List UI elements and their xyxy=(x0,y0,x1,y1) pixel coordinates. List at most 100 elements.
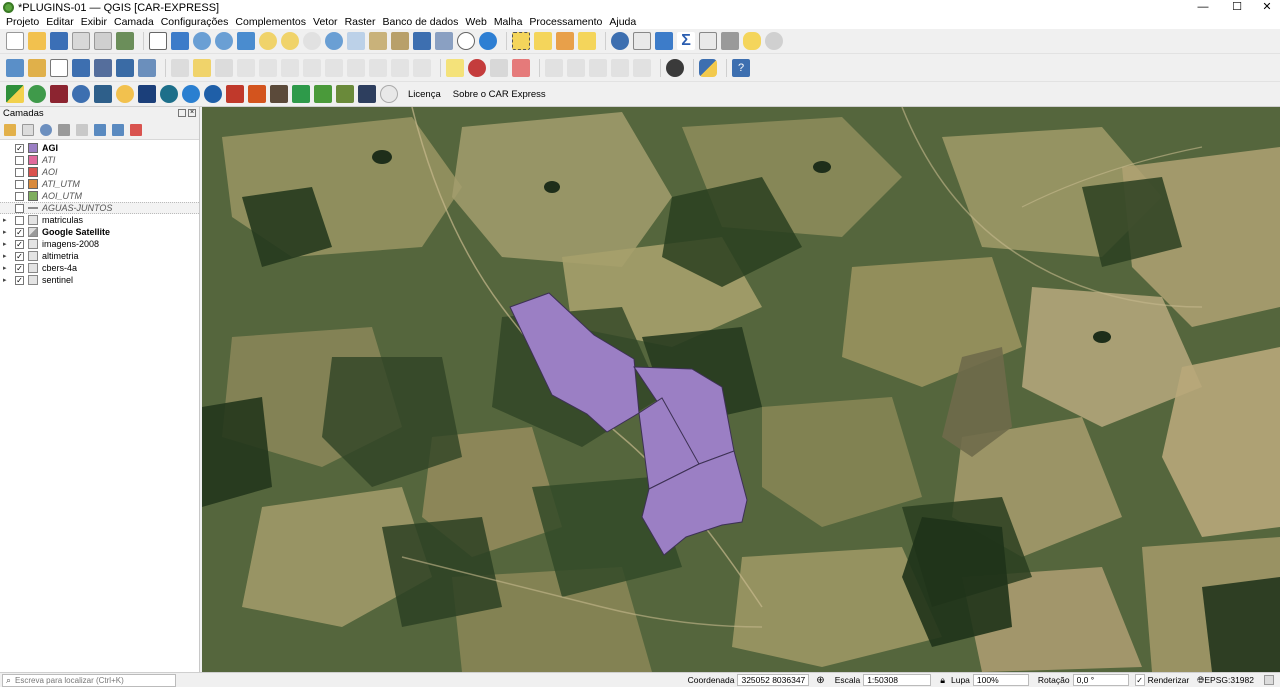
layer-item-aoi[interactable]: AOI xyxy=(0,166,199,178)
plugin-book-icon[interactable] xyxy=(50,85,68,103)
help-icon[interactable]: ? xyxy=(732,58,750,77)
plugin-sun-icon[interactable] xyxy=(116,85,134,103)
plugin-compass-icon[interactable] xyxy=(204,85,222,103)
maximize-button[interactable]: ☐ xyxy=(1222,0,1252,15)
open-layer-styling-icon[interactable] xyxy=(4,123,16,136)
layer-item-aoi-utm[interactable]: AOI_UTM xyxy=(0,190,199,202)
zoom-last-icon[interactable] xyxy=(325,32,343,50)
statistics-sigma-icon[interactable]: Σ xyxy=(677,32,695,50)
plugin-tree-icon[interactable] xyxy=(292,85,310,103)
about-car-express-button[interactable]: Sobre o CAR Express xyxy=(453,89,546,100)
toggle-extents-icon[interactable]: ⊕ xyxy=(816,675,824,686)
vertex-tool-icon[interactable] xyxy=(259,58,277,77)
rotation-spinbox[interactable]: 0,0 ° xyxy=(1072,674,1129,686)
layer-item-ati-utm[interactable]: ATI_UTM xyxy=(0,178,199,190)
close-button[interactable]: ✕ xyxy=(1252,0,1280,15)
move-label-icon[interactable] xyxy=(545,58,563,77)
zoom-to-layer-icon[interactable] xyxy=(281,32,299,50)
new-print-layout-icon[interactable] xyxy=(72,32,90,50)
render-checkbox[interactable]: ✓ xyxy=(1134,674,1145,686)
menu-processamento[interactable]: Processamento xyxy=(529,16,602,28)
add-vector-layer-icon[interactable] xyxy=(28,58,46,77)
plugin-leaf-icon[interactable] xyxy=(28,85,46,103)
layer-visibility-checkbox[interactable]: ✓ xyxy=(15,239,24,249)
locator-search-input[interactable]: ⌕ Escreva para localizar (Ctrl+K) xyxy=(2,673,176,687)
deselect-icon[interactable] xyxy=(556,32,574,50)
remove-layer-icon[interactable] xyxy=(130,123,142,136)
toggle-editing-pencil-icon[interactable] xyxy=(193,58,211,77)
menu-raster[interactable]: Raster xyxy=(345,16,376,28)
open-table-icon[interactable] xyxy=(699,32,717,50)
python-console-icon[interactable] xyxy=(699,58,717,77)
coordinate-field[interactable]: 325052 8036347 xyxy=(737,674,810,686)
add-spatialite-icon[interactable] xyxy=(72,58,90,77)
layer-visibility-checkbox[interactable] xyxy=(15,179,24,189)
car-express-flag-icon[interactable] xyxy=(6,85,24,103)
globe-plugin-icon[interactable] xyxy=(666,58,684,77)
save-project-icon[interactable] xyxy=(50,32,68,50)
data-source-manager-icon[interactable] xyxy=(6,58,24,77)
plugin-satellite-icon[interactable] xyxy=(138,85,156,103)
paste-features-icon[interactable] xyxy=(369,58,387,77)
settings-gear-icon[interactable] xyxy=(765,32,783,50)
copy-features-icon[interactable] xyxy=(347,58,365,77)
layer-visibility-checkbox[interactable] xyxy=(15,167,24,177)
plugin-gear-icon[interactable] xyxy=(72,85,90,103)
crs-globe-icon[interactable]: 🌐︎ xyxy=(1197,675,1204,686)
menu-configuracoes[interactable]: Configurações xyxy=(161,16,229,28)
label-abc-icon[interactable] xyxy=(446,58,464,77)
expand-arrow-icon[interactable]: ▸ xyxy=(3,240,11,248)
change-label-icon[interactable] xyxy=(589,58,607,77)
zoom-in-icon[interactable] xyxy=(193,32,211,50)
float-panel-icon[interactable] xyxy=(178,109,186,117)
add-delimited-text-icon[interactable] xyxy=(50,58,68,77)
map-tips-icon[interactable] xyxy=(743,32,761,50)
add-wms-icon[interactable] xyxy=(116,58,134,77)
layer-visibility-checkbox[interactable] xyxy=(15,203,24,213)
expand-arrow-icon[interactable]: ▸ xyxy=(3,264,11,272)
lock-scale-icon[interactable]: 🔒︎ xyxy=(940,675,945,686)
rotate-label-icon[interactable] xyxy=(567,58,585,77)
layer-item-google-satellite[interactable]: ▸ ✓ Google Satellite xyxy=(0,226,199,238)
attribute-table-icon[interactable] xyxy=(633,32,651,50)
plugin-plant-icon[interactable] xyxy=(336,85,354,103)
refresh-icon[interactable] xyxy=(479,32,497,50)
menu-ajuda[interactable]: Ajuda xyxy=(609,16,636,28)
layer-item-ati[interactable]: ATI xyxy=(0,154,199,166)
menu-camada[interactable]: Camada xyxy=(114,16,154,28)
plugin-flame-icon[interactable] xyxy=(248,85,266,103)
filter-expression-icon[interactable] xyxy=(76,123,88,136)
plugin-fire-icon[interactable] xyxy=(226,85,244,103)
zoom-native-icon[interactable] xyxy=(303,32,321,50)
modify-attributes-icon[interactable] xyxy=(281,58,299,77)
expand-arrow-icon[interactable]: ▸ xyxy=(3,276,11,284)
select-by-value-icon[interactable] xyxy=(534,32,552,50)
menu-exibir[interactable]: Exibir xyxy=(81,16,107,28)
license-button[interactable]: Licença xyxy=(408,89,441,100)
layout-manager-icon[interactable] xyxy=(94,32,112,50)
label-properties-icon[interactable] xyxy=(611,58,629,77)
plugin-grid-icon[interactable] xyxy=(358,85,376,103)
new-project-icon[interactable] xyxy=(6,32,24,50)
menu-projeto[interactable]: Projeto xyxy=(6,16,39,28)
menu-malha[interactable]: Malha xyxy=(494,16,523,28)
zoom-out-icon[interactable] xyxy=(215,32,233,50)
menu-editar[interactable]: Editar xyxy=(46,16,73,28)
layer-item-aguas-juntos[interactable]: AGUAS-JUNTOS xyxy=(0,202,199,214)
zoom-full-icon[interactable] xyxy=(237,32,255,50)
delete-selected-icon[interactable] xyxy=(303,58,321,77)
collapse-all-icon[interactable] xyxy=(112,123,124,136)
menu-banco-de-dados[interactable]: Banco de dados xyxy=(383,16,459,28)
plugin-globe-icon[interactable] xyxy=(160,85,178,103)
messages-icon[interactable] xyxy=(1264,675,1274,685)
add-group-icon[interactable] xyxy=(22,123,34,136)
temporal-controller-icon[interactable] xyxy=(435,32,453,50)
highlight-pinned-icon[interactable] xyxy=(490,58,508,77)
spatial-bookmark-icon[interactable] xyxy=(369,32,387,50)
add-wfs-icon[interactable] xyxy=(138,58,156,77)
layer-item-imagens-2008[interactable]: ▸ ✓ imagens-2008 xyxy=(0,238,199,250)
expand-arrow-icon[interactable]: ▸ xyxy=(3,228,11,236)
magnifier-spinbox[interactable]: 100% xyxy=(972,674,1029,686)
pan-hand-icon[interactable] xyxy=(149,32,167,50)
layer-visibility-checkbox[interactable] xyxy=(15,155,24,165)
